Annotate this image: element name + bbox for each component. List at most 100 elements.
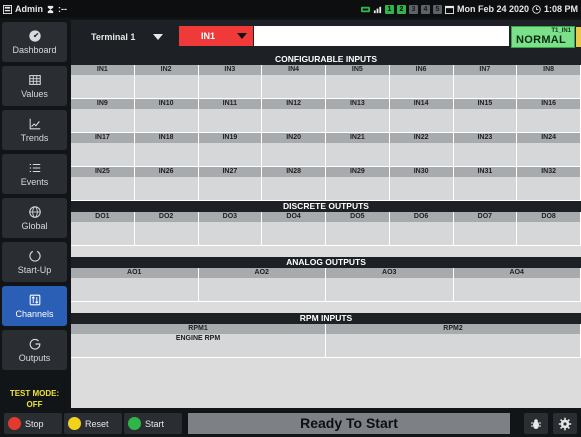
discrete-output-cell-do3[interactable]: DO3: [198, 212, 263, 246]
settings-button[interactable]: [553, 413, 577, 434]
discrete-output-cell-do1[interactable]: DO1: [71, 212, 135, 246]
cell-value: [199, 177, 262, 178]
input-cell-in2[interactable]: IN2: [134, 65, 199, 99]
sidebar-item-global[interactable]: Global: [2, 198, 67, 238]
input-cell-in14[interactable]: IN14: [389, 99, 454, 133]
input-cell-in26[interactable]: IN26: [134, 167, 199, 201]
cell-value: [390, 109, 453, 110]
input-dropdown[interactable]: IN1: [179, 26, 253, 46]
input-cell-in32[interactable]: IN32: [517, 167, 581, 201]
discrete-output-cell-do4[interactable]: DO4: [262, 212, 326, 246]
sidebar-item-values[interactable]: Values: [2, 66, 67, 106]
terminal-map-icon: [576, 27, 581, 47]
input-cell-in31[interactable]: IN31: [453, 167, 518, 201]
sidebar-item-outputs[interactable]: Outputs: [2, 330, 67, 370]
analog-output-cell-ao4[interactable]: AO4: [453, 268, 581, 302]
input-cell-in13[interactable]: IN13: [326, 99, 390, 133]
input-cell-in16[interactable]: IN16: [517, 99, 581, 133]
input-cell-in12[interactable]: IN12: [262, 99, 326, 133]
system-indicators: 1 2 3 4 5 Mon Feb 24 2020 1:08 PM: [360, 4, 581, 14]
cell-label: DO3: [198, 212, 262, 222]
bug-icon: [531, 418, 541, 429]
reset-button[interactable]: Reset: [64, 413, 122, 434]
cell-label: RPM1: [71, 324, 325, 334]
input-cell-in18[interactable]: IN18: [134, 133, 199, 167]
input-cell-in30[interactable]: IN30: [389, 167, 454, 201]
test-mode-label: TEST MODE:: [9, 389, 60, 398]
discrete-output-cell-do2[interactable]: DO2: [134, 212, 199, 246]
input-cell-in11[interactable]: IN11: [198, 99, 263, 133]
cell-label: IN23: [453, 133, 517, 143]
cell-value: [262, 222, 325, 223]
discrete-output-cell-do5[interactable]: DO5: [326, 212, 390, 246]
sidebar-item-channels[interactable]: Channels: [2, 286, 67, 326]
configurable-inputs-grid: IN1 IN2 IN3 IN4 IN5 IN6 IN7 IN8 IN9 IN10 IN11 IN12 I…: [71, 65, 581, 201]
input-cell-in28[interactable]: IN28: [262, 167, 326, 201]
start-button[interactable]: Start: [124, 413, 182, 434]
time-display: 1:08 PM: [543, 4, 578, 14]
sidebar-item-label: Trends: [20, 133, 49, 143]
analog-outputs-header: ANALOG OUTPUTS: [71, 257, 581, 268]
input-cell-in19[interactable]: IN19: [198, 133, 263, 167]
sidebar-item-trends[interactable]: Trends: [2, 110, 67, 150]
terminal-dropdown[interactable]: Terminal 1: [91, 28, 164, 46]
rpm-input-cell-rpm2[interactable]: RPM2: [326, 324, 581, 358]
input-cell-in23[interactable]: IN23: [453, 133, 518, 167]
analog-output-cell-ao3[interactable]: AO3: [326, 268, 454, 302]
cell-label: IN30: [389, 167, 453, 177]
cell-label: IN7: [453, 65, 517, 75]
input-cell-in22[interactable]: IN22: [389, 133, 454, 167]
sidebar-item-events[interactable]: Events: [2, 154, 67, 194]
input-cell-in7[interactable]: IN7: [453, 65, 518, 99]
rpm-inputs-header: RPM INPUTS: [71, 313, 581, 324]
rpm-inputs-grid: RPM1 ENGINE RPM RPM2: [71, 324, 581, 358]
cell-label: IN28: [262, 167, 325, 177]
sidebar-item-dashboard[interactable]: Dashboard: [2, 22, 67, 62]
cell-value: [326, 177, 389, 178]
discrete-output-cell-do7[interactable]: DO7: [453, 212, 518, 246]
cell-value: [326, 334, 580, 335]
input-cell-in25[interactable]: IN25: [71, 167, 135, 201]
input-cell-in6[interactable]: IN6: [389, 65, 454, 99]
cell-label: IN10: [134, 99, 198, 109]
discrete-output-cell-do6[interactable]: DO6: [389, 212, 454, 246]
input-cell-in4[interactable]: IN4: [262, 65, 326, 99]
input-cell-in8[interactable]: IN8: [517, 65, 581, 99]
input-cell-in27[interactable]: IN27: [198, 167, 263, 201]
indicator-5: 5: [432, 4, 442, 14]
input-cell-in3[interactable]: IN3: [198, 65, 263, 99]
stop-button[interactable]: Stop: [4, 413, 62, 434]
app-window: Admin :-- 1 2 3 4 5 Mon Feb 24 2020 1:08…: [0, 0, 581, 437]
cell-value: ENGINE RPM: [175, 335, 221, 342]
discrete-outputs-header: DISCRETE OUTPUTS: [71, 201, 581, 212]
input-cell-in1[interactable]: IN1: [71, 65, 135, 99]
input-cell-in24[interactable]: IN24: [517, 133, 581, 167]
cell-value: [517, 222, 580, 223]
input-cell-in10[interactable]: IN10: [134, 99, 199, 133]
rpm-input-cell-rpm1[interactable]: RPM1 ENGINE RPM: [71, 324, 326, 358]
cell-value: [199, 109, 262, 110]
cell-value: [71, 222, 134, 223]
analog-output-cell-ao1[interactable]: AO1: [71, 268, 199, 302]
alarm-bug-button[interactable]: [524, 413, 548, 434]
cell-label: RPM2: [326, 324, 580, 334]
input-cell-in15[interactable]: IN15: [453, 99, 518, 133]
input-cell-in9[interactable]: IN9: [71, 99, 135, 133]
input-cell-in20[interactable]: IN20: [262, 133, 326, 167]
input-cell-in29[interactable]: IN29: [326, 167, 390, 201]
cell-value: [454, 222, 517, 223]
cell-value: [199, 278, 326, 279]
channel-status-badge: T1_IN1 NORMAL: [511, 26, 575, 48]
sidebar-nav: Dashboard Values Trends Events Global St…: [0, 20, 69, 410]
channel-value-field[interactable]: [254, 26, 509, 46]
input-cell-in21[interactable]: IN21: [326, 133, 390, 167]
system-status-bar: Ready To Start: [188, 413, 510, 434]
channel-status-text: NORMAL: [516, 34, 567, 46]
cell-value: [262, 177, 325, 178]
input-cell-in17[interactable]: IN17: [71, 133, 135, 167]
discrete-output-cell-do8[interactable]: DO8: [517, 212, 581, 246]
sidebar-item-startup[interactable]: Start-Up: [2, 242, 67, 282]
analog-output-cell-ao2[interactable]: AO2: [198, 268, 326, 302]
cell-label: IN27: [198, 167, 262, 177]
input-cell-in5[interactable]: IN5: [326, 65, 390, 99]
